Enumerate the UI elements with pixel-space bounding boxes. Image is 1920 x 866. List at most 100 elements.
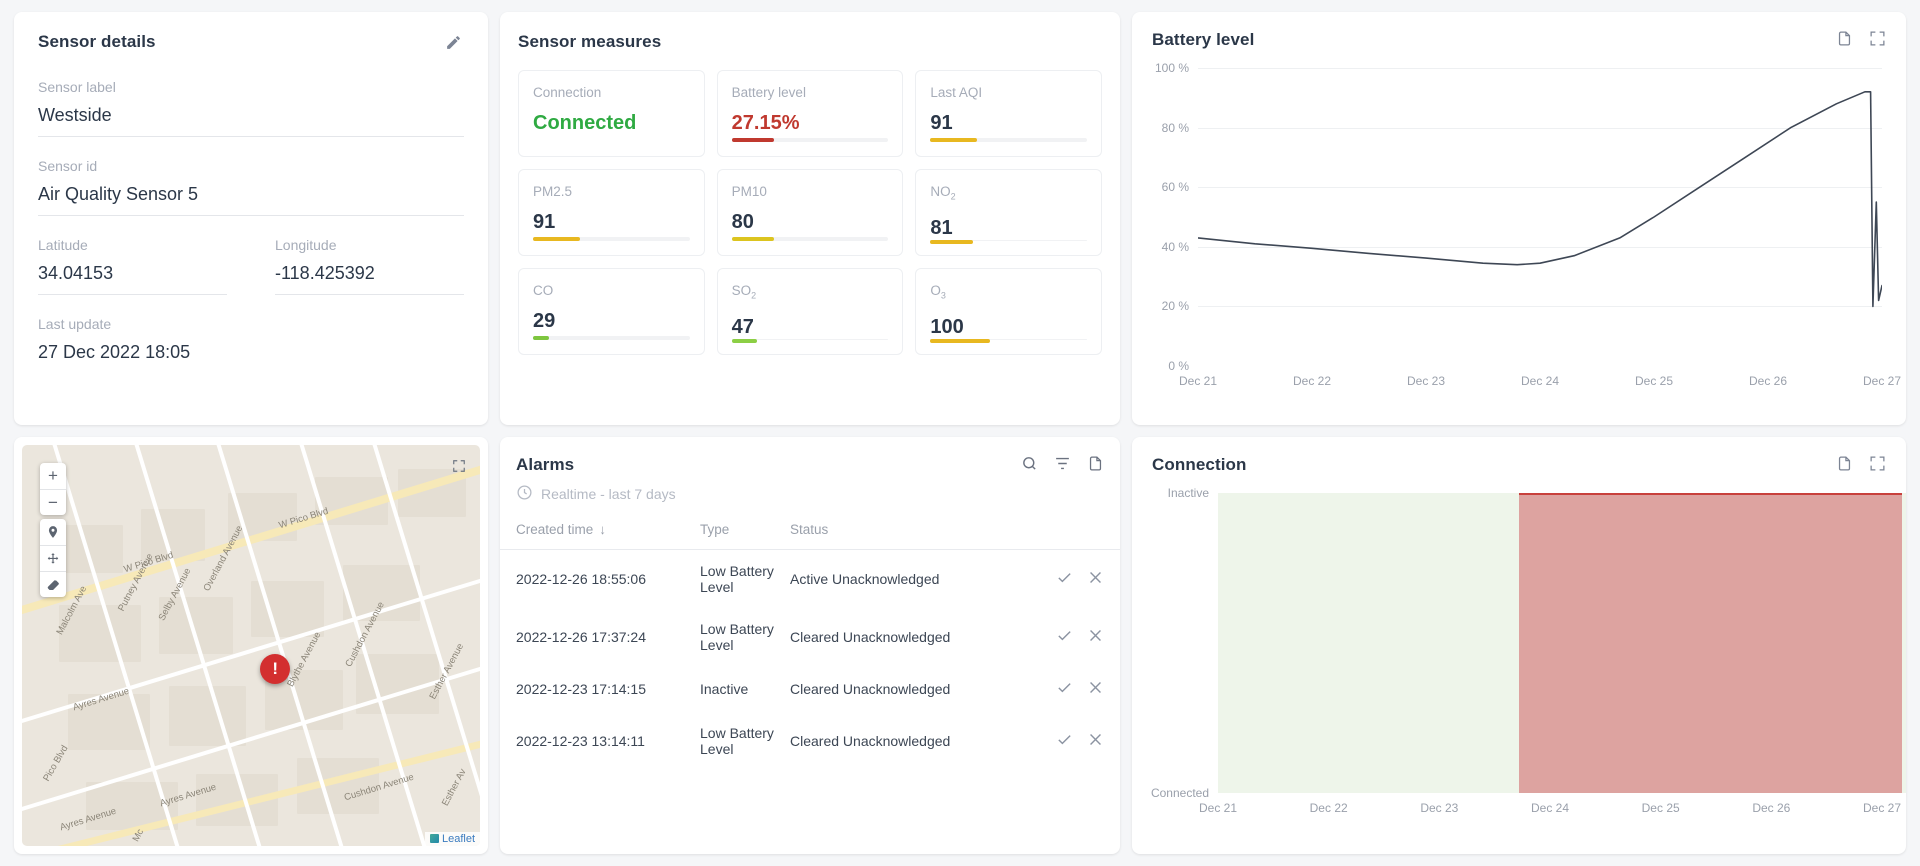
field-label: Latitude bbox=[38, 236, 227, 254]
sensor-id-value[interactable]: Air Quality Sensor 5 bbox=[38, 175, 464, 216]
acknowledge-icon[interactable] bbox=[1056, 569, 1073, 589]
sensor-details-header: Sensor details bbox=[38, 32, 464, 58]
measure-tile[interactable]: Battery level 27.15% bbox=[717, 70, 904, 157]
x-axis-tick: Dec 23 bbox=[1407, 374, 1445, 388]
marker-icon[interactable] bbox=[40, 519, 66, 545]
measure-tile[interactable]: PM1080 bbox=[717, 169, 904, 256]
x-axis-tick: Dec 26 bbox=[1749, 374, 1787, 388]
sort-desc-icon[interactable]: ↓ bbox=[599, 522, 606, 537]
map-street-label: Pico Blvd bbox=[41, 743, 70, 783]
column-created-time[interactable]: Created time↓ bbox=[500, 522, 700, 550]
connection-chart-toolbar bbox=[1836, 455, 1886, 477]
table-row[interactable]: 2022-12-23 13:14:11Low Battery LevelClea… bbox=[500, 712, 1120, 770]
measure-tile[interactable]: PM2.591 bbox=[518, 169, 705, 256]
zoom-in-button[interactable]: + bbox=[40, 463, 66, 489]
connection-chart-title: Connection bbox=[1152, 455, 1247, 475]
export-icon[interactable] bbox=[1087, 455, 1104, 477]
leaflet-link-text[interactable]: Leaflet bbox=[442, 833, 475, 845]
y-axis-tick: 60 % bbox=[1162, 180, 1189, 194]
field-latitude: Latitude 34.04153 bbox=[38, 236, 227, 295]
export-icon[interactable] bbox=[1836, 455, 1853, 477]
connection-state-band bbox=[1902, 493, 1906, 793]
alarms-table: Created time↓ Type Status 2022-12-26 18:… bbox=[500, 522, 1120, 770]
battery-plot-area: 0 %20 %40 %60 %80 %100 %Dec 21Dec 22Dec … bbox=[1198, 68, 1882, 366]
y-axis-label-top: Inactive bbox=[1168, 486, 1209, 500]
field-last-update: Last update 27 Dec 2022 18:05 bbox=[38, 315, 464, 373]
acknowledge-icon[interactable] bbox=[1056, 627, 1073, 647]
connection-chart-card: Connection InactiveConnectedDec 21Dec 22… bbox=[1132, 437, 1906, 854]
table-row[interactable]: 2022-12-26 17:37:24Low Battery LevelClea… bbox=[500, 608, 1120, 666]
alarm-type: Low Battery Level bbox=[700, 712, 790, 770]
field-label: Sensor label bbox=[38, 78, 464, 96]
move-icon[interactable] bbox=[40, 545, 66, 571]
fullscreen-icon[interactable] bbox=[1869, 30, 1886, 52]
column-status[interactable]: Status bbox=[790, 522, 980, 550]
measure-tile-label: PM10 bbox=[732, 183, 889, 200]
measure-progress-bar bbox=[533, 237, 690, 241]
map-street-label: Overland Avenue bbox=[201, 524, 245, 593]
clear-icon[interactable] bbox=[1087, 679, 1104, 699]
table-row[interactable]: 2022-12-23 17:14:15InactiveCleared Unack… bbox=[500, 666, 1120, 712]
x-axis-tick: Dec 24 bbox=[1521, 374, 1559, 388]
measure-tile[interactable]: Last AQI91 bbox=[915, 70, 1102, 157]
column-actions bbox=[980, 522, 1120, 550]
measure-tiles-grid: ConnectionConnected Battery level 27.15% La… bbox=[518, 70, 1102, 355]
field-longitude: Longitude -118.425392 bbox=[275, 236, 464, 295]
measure-tile[interactable]: ConnectionConnected bbox=[518, 70, 705, 157]
column-type[interactable]: Type bbox=[700, 522, 790, 550]
measure-tile-value: 91 bbox=[930, 111, 1087, 135]
acknowledge-icon[interactable] bbox=[1056, 731, 1073, 751]
measure-tile-value: 27.15% bbox=[732, 111, 889, 135]
alarm-created-time: 2022-12-26 18:55:06 bbox=[500, 550, 700, 609]
alarm-type: Inactive bbox=[700, 666, 790, 712]
measure-tile[interactable]: SO247 bbox=[717, 268, 904, 355]
map-surface[interactable]: W Pico Blvd W Pico Blvd Pico Blvd Overla… bbox=[22, 445, 480, 846]
measure-tile-label: Battery level bbox=[732, 84, 889, 101]
longitude-value[interactable]: -118.425392 bbox=[275, 254, 464, 295]
alarms-card: Alarms Realtime - last 7 days bbox=[500, 437, 1120, 854]
measure-progress-bar bbox=[930, 138, 1087, 142]
field-sensor-id: Sensor id Air Quality Sensor 5 bbox=[38, 157, 464, 216]
alarms-subtitle-row: Realtime - last 7 days bbox=[516, 484, 676, 504]
measure-tile[interactable]: NO281 bbox=[915, 169, 1102, 256]
export-icon[interactable] bbox=[1836, 30, 1853, 52]
acknowledge-icon[interactable] bbox=[1056, 679, 1073, 699]
map-card[interactable]: W Pico Blvd W Pico Blvd Pico Blvd Overla… bbox=[14, 437, 488, 854]
x-axis-tick: Dec 27 bbox=[1863, 801, 1901, 815]
pencil-icon[interactable] bbox=[443, 32, 464, 58]
alarms-table-body: 2022-12-26 18:55:06Low Battery LevelActi… bbox=[500, 550, 1120, 771]
connection-chart-header: Connection bbox=[1152, 455, 1886, 477]
sensor-label-value[interactable]: Westside bbox=[38, 96, 464, 137]
fullscreen-icon[interactable] bbox=[1869, 455, 1886, 477]
alarm-created-time: 2022-12-23 17:14:15 bbox=[500, 666, 700, 712]
clear-icon[interactable] bbox=[1087, 731, 1104, 751]
clear-icon[interactable] bbox=[1087, 569, 1104, 589]
zoom-out-button[interactable]: − bbox=[40, 489, 66, 515]
measure-progress-bar bbox=[732, 237, 889, 241]
alarm-status: Cleared Unacknowledged bbox=[790, 712, 980, 770]
leaflet-attribution[interactable]: Leaflet bbox=[425, 832, 480, 846]
measure-progress-bar bbox=[732, 339, 889, 340]
erase-icon[interactable] bbox=[40, 571, 66, 597]
latitude-value[interactable]: 34.04153 bbox=[38, 254, 227, 295]
measure-progress-bar bbox=[930, 240, 1087, 241]
map-tool-controls[interactable] bbox=[40, 519, 66, 597]
y-axis-tick: 100 % bbox=[1155, 61, 1189, 75]
x-axis-tick: Dec 21 bbox=[1179, 374, 1217, 388]
alarm-row-actions bbox=[980, 608, 1120, 666]
measure-tile-value: 81 bbox=[930, 216, 1087, 240]
measure-tile[interactable]: O3100 bbox=[915, 268, 1102, 355]
measure-tile-label: NO2 bbox=[930, 183, 1087, 206]
sensor-alert-marker[interactable]: ! bbox=[260, 654, 290, 684]
x-axis-tick: Dec 22 bbox=[1293, 374, 1331, 388]
fullscreen-icon[interactable] bbox=[452, 459, 466, 478]
measure-tile[interactable]: CO29 bbox=[518, 268, 705, 355]
table-row[interactable]: 2022-12-26 18:55:06Low Battery LevelActi… bbox=[500, 550, 1120, 609]
clear-icon[interactable] bbox=[1087, 627, 1104, 647]
battery-chart-title: Battery level bbox=[1152, 30, 1254, 50]
map-zoom-controls[interactable]: + − bbox=[40, 463, 66, 515]
measure-tile-label: O3 bbox=[930, 282, 1087, 305]
y-axis-tick: 40 % bbox=[1162, 240, 1189, 254]
filter-icon[interactable] bbox=[1054, 455, 1071, 477]
search-icon[interactable] bbox=[1021, 455, 1038, 477]
